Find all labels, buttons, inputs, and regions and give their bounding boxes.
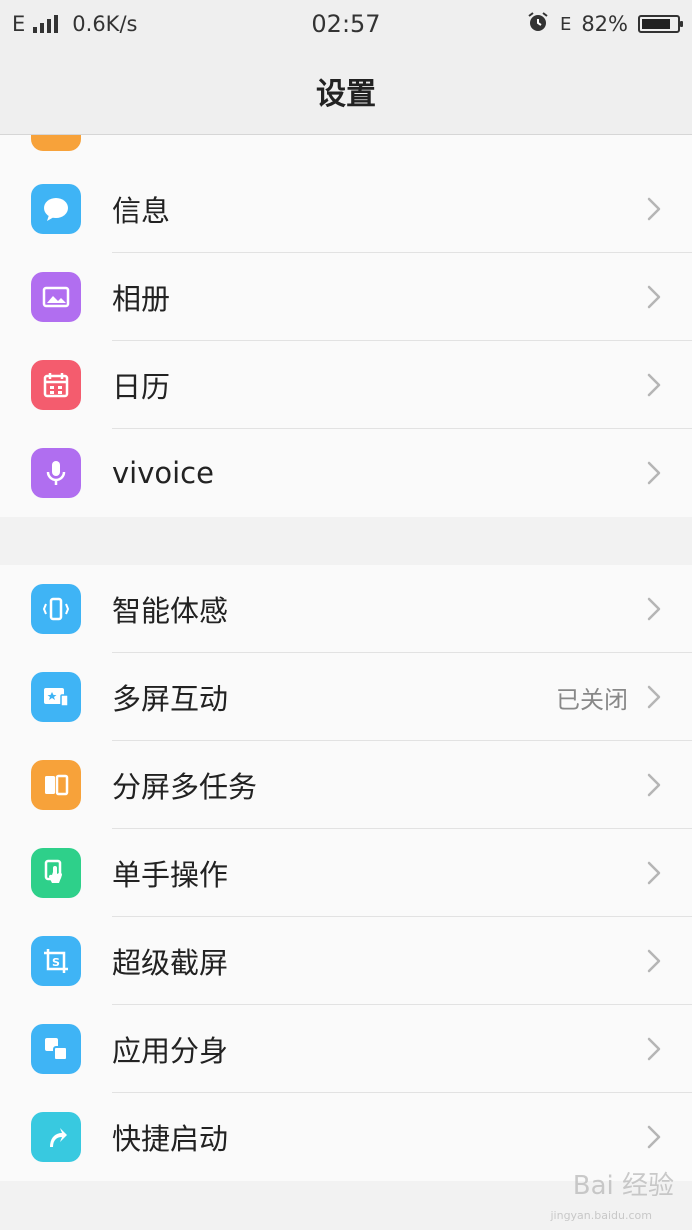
partial-item-icon [31, 135, 81, 151]
chevron-right-icon [644, 1122, 664, 1152]
data-type-icon: E [559, 13, 572, 35]
svg-text:S: S [52, 956, 60, 969]
chevron-right-icon [644, 858, 664, 888]
settings-item-label: 多屏互动 [112, 682, 229, 716]
settings-item-calendar[interactable]: 日历 [0, 341, 692, 429]
settings-item-one-hand[interactable]: 单手操作 [0, 829, 692, 917]
gallery-icon [31, 272, 81, 322]
status-bar: E 0.6K/s 02:57 E 82% [0, 0, 692, 48]
settings-item-gallery[interactable]: 相册 [0, 253, 692, 341]
cut-off-item [0, 135, 692, 165]
message-icon [31, 184, 81, 234]
watermark-sub: jingyan.baidu.com [550, 1209, 652, 1222]
chevron-right-icon [644, 282, 664, 312]
settings-item-label: 信息 [112, 194, 171, 228]
signal-icon [33, 15, 59, 33]
calendar-icon [31, 360, 81, 410]
settings-item-label: 分屏多任务 [112, 770, 258, 804]
settings-item-label: 超级截屏 [112, 946, 229, 980]
settings-group-apps: 信息相册日历 vivoice [0, 165, 692, 517]
settings-item-label: 智能体感 [112, 594, 229, 628]
phone-motion-icon [31, 584, 81, 634]
page-title: 设置 [316, 77, 376, 112]
settings-item-label: vivoice [112, 456, 214, 490]
battery-icon [638, 15, 683, 33]
settings-group-features: 智能体感多屏互动 已关闭分屏多任务单手操作 S 超级截屏应用分身快捷启动 [0, 565, 692, 1181]
chevron-right-icon [644, 370, 664, 400]
chevron-right-icon [644, 946, 664, 976]
settings-item-label: 相册 [112, 282, 171, 316]
screenshot-icon: S [31, 936, 81, 986]
settings-item-label: 单手操作 [112, 858, 229, 892]
settings-item-label: 日历 [112, 370, 171, 404]
settings-item-phone-motion[interactable]: 智能体感 [0, 565, 692, 653]
chevron-right-icon [644, 594, 664, 624]
page-title-bar: 设置 [0, 48, 692, 135]
chevron-right-icon [644, 194, 664, 224]
battery-percent: 82% [581, 12, 628, 36]
settings-item-value: 已关闭 [556, 685, 628, 714]
network-type: E [12, 12, 26, 36]
quick-launch-icon [31, 1112, 81, 1162]
settings-item-app-clone[interactable]: 应用分身 [0, 1005, 692, 1093]
settings-item-label: 快捷启动 [112, 1122, 229, 1156]
alarm-icon [526, 10, 550, 39]
watermark: Bai 经验 [572, 1171, 674, 1201]
app-clone-icon [31, 1024, 81, 1074]
settings-item-multiscreen[interactable]: 多屏互动 已关闭 [0, 653, 692, 741]
settings-item-microphone[interactable]: vivoice [0, 429, 692, 517]
microphone-icon [31, 448, 81, 498]
chevron-right-icon [644, 458, 664, 488]
settings-item-screenshot[interactable]: S 超级截屏 [0, 917, 692, 1005]
settings-item-split-screen[interactable]: 分屏多任务 [0, 741, 692, 829]
settings-item-message[interactable]: 信息 [0, 165, 692, 253]
settings-item-label: 应用分身 [112, 1034, 229, 1068]
split-screen-icon [31, 760, 81, 810]
chevron-right-icon [644, 682, 664, 712]
chevron-right-icon [644, 770, 664, 800]
network-speed: 0.6K/s [72, 12, 138, 36]
chevron-right-icon [644, 1034, 664, 1064]
one-hand-icon [31, 848, 81, 898]
multiscreen-icon [31, 672, 81, 722]
